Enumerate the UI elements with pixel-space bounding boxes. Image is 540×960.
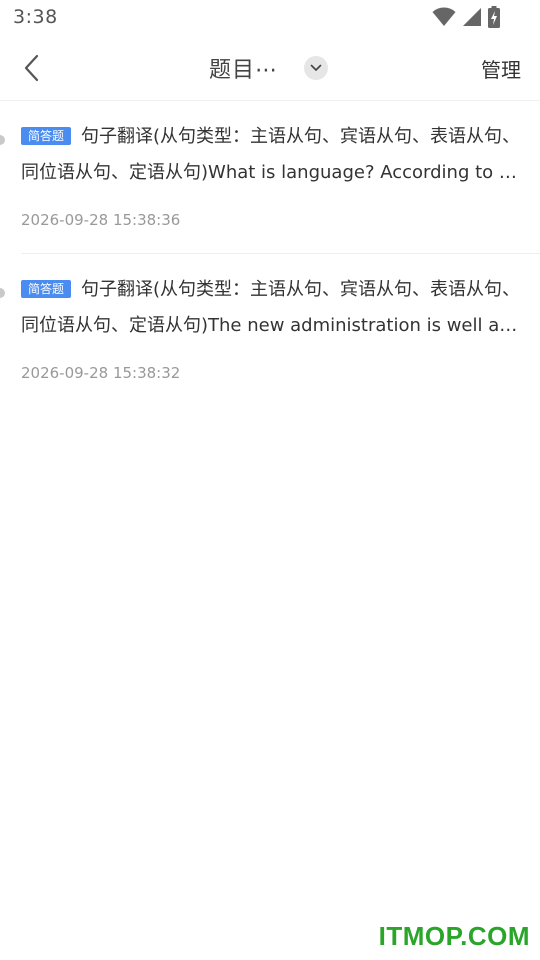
wifi-icon	[432, 7, 456, 26]
chevron-left-icon	[24, 54, 39, 82]
status-icons	[432, 6, 500, 28]
item-timestamp: 2026-09-28 15:38:36	[21, 211, 181, 229]
status-bar: 3:38	[0, 0, 540, 36]
manage-button[interactable]: 管理	[481, 54, 521, 83]
back-button[interactable]	[14, 50, 50, 86]
item-content: 简答题 句子翻译(从句类型：主语从句、宾语从句、表语从句、同位语从句、定语从句)W…	[21, 119, 521, 191]
item-timestamp: 2026-09-28 15:38:32	[21, 364, 181, 382]
item-indicator-dot	[0, 135, 5, 145]
dropdown-toggle[interactable]	[304, 56, 329, 80]
list-item[interactable]: 简答题 句子翻译(从句类型：主语从句、宾语从句、表语从句、同位语从句、定语从句)T…	[0, 254, 540, 407]
question-text: 句子翻译(从句类型：主语从句、宾语从句、表语从句、同位语从句、定语从句)The …	[21, 279, 521, 336]
header-bar: 题目⋯ 管理	[0, 36, 540, 100]
cell-signal-icon	[463, 8, 481, 26]
question-text: 句子翻译(从句类型：主语从句、宾语从句、表语从句、同位语从句、定语从句)What…	[21, 126, 521, 183]
question-type-badge: 简答题	[21, 280, 72, 298]
watermark: ITMOP.COM	[378, 921, 530, 951]
status-time: 3:38	[13, 6, 58, 28]
list-item[interactable]: 简答题 句子翻译(从句类型：主语从句、宾语从句、表语从句、同位语从句、定语从句)W…	[0, 101, 540, 254]
item-indicator-dot	[0, 288, 5, 298]
page-title: 题目⋯	[209, 58, 279, 83]
chevron-down-icon	[310, 64, 322, 71]
item-content: 简答题 句子翻译(从句类型：主语从句、宾语从句、表语从句、同位语从句、定语从句)T…	[21, 272, 521, 344]
title-dropdown[interactable]: 题目⋯	[209, 50, 329, 86]
question-type-badge: 简答题	[21, 127, 72, 145]
battery-charging-icon	[488, 6, 500, 28]
question-list: 简答题 句子翻译(从句类型：主语从句、宾语从句、表语从句、同位语从句、定语从句)W…	[0, 101, 540, 407]
